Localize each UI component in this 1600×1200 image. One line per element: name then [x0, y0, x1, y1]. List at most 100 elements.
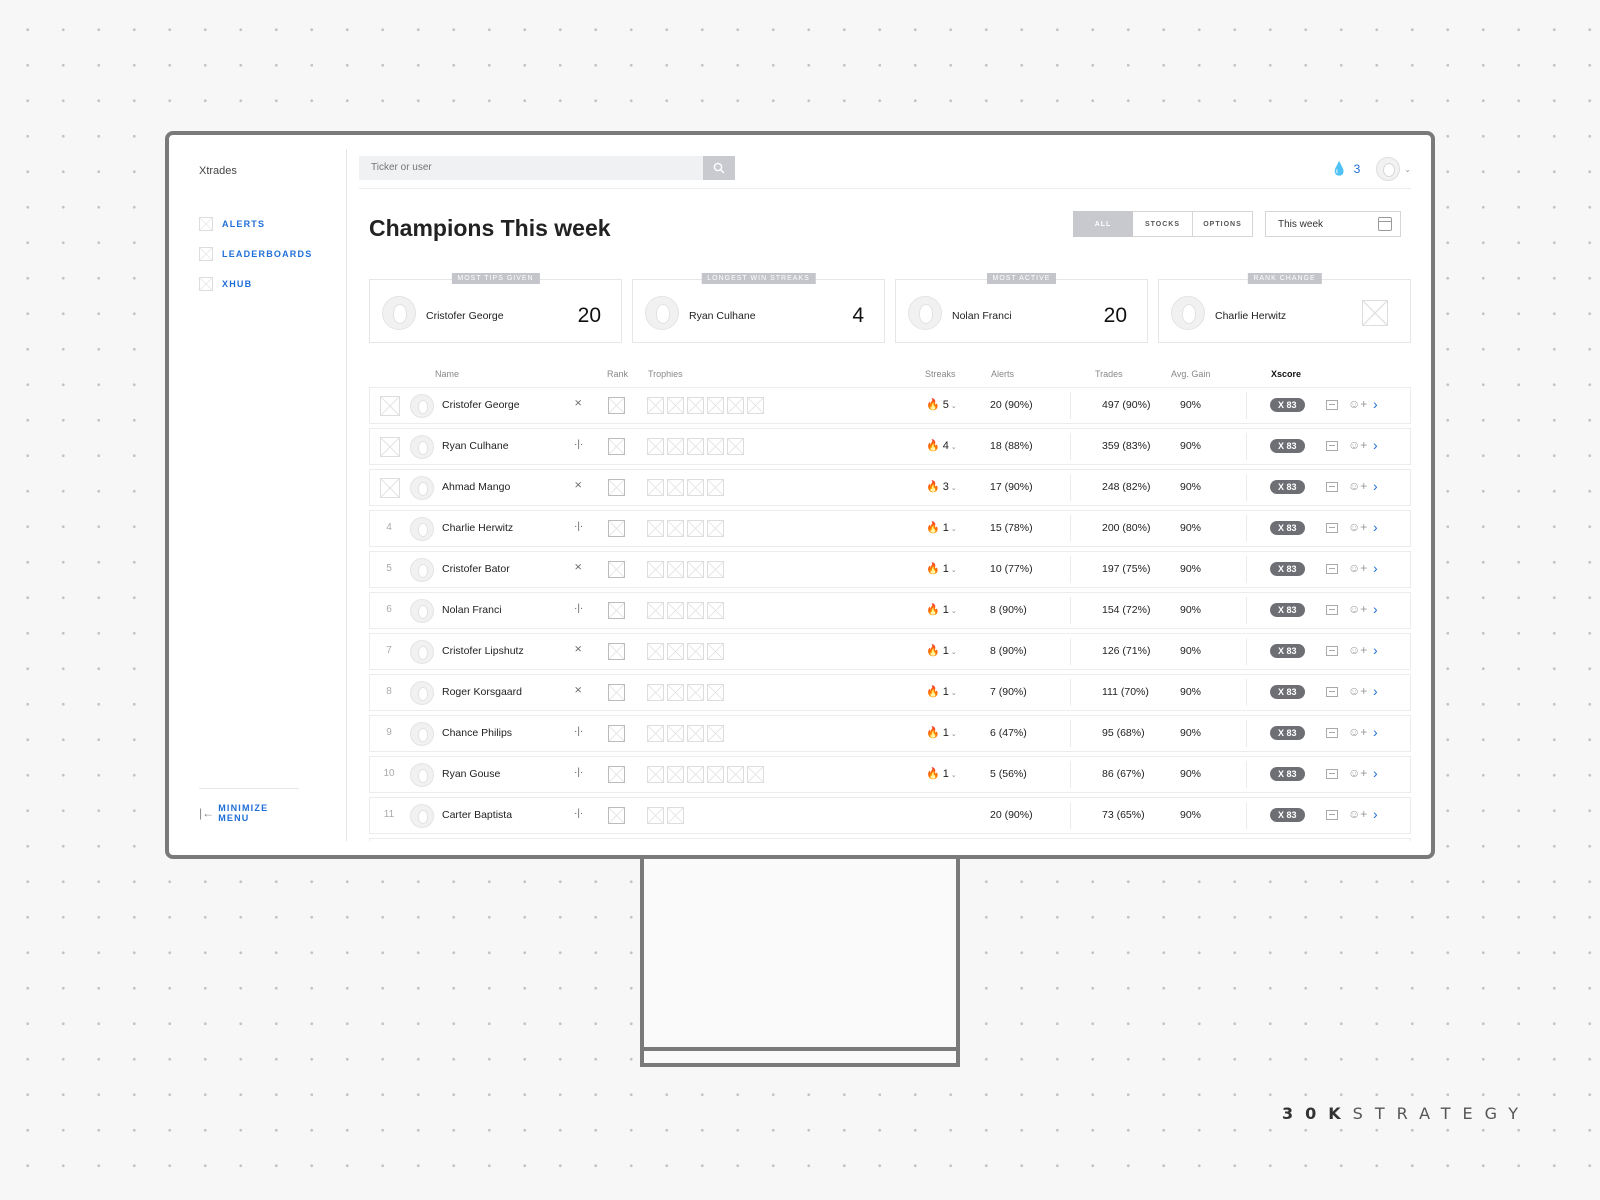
follow-user-icon[interactable]: ☺+ — [1348, 643, 1367, 657]
card-view-icon[interactable] — [1326, 482, 1338, 492]
row-avg-gain: 90% — [1180, 399, 1202, 411]
row-streak[interactable]: 🔥 4 ⌄ — [926, 439, 957, 452]
date-range-picker[interactable]: This week — [1265, 211, 1401, 237]
card-name: Nolan Franci — [952, 310, 1012, 322]
table-row[interactable]: 7 Cristofer Lipshutz ⨯ 🔥 1 ⌄ 8 (90%) 126 … — [369, 633, 1411, 670]
search-button[interactable] — [703, 155, 735, 180]
row-name[interactable]: Ryan Gouse — [442, 768, 500, 780]
chevron-right-icon[interactable]: › — [1373, 560, 1378, 576]
trophy-icon — [667, 561, 684, 578]
champion-card-rank-change[interactable]: RANK CHANGE Charlie Herwitz — [1158, 273, 1411, 343]
user-avatar[interactable] — [1376, 157, 1401, 181]
follow-user-icon[interactable]: ☺+ — [1348, 602, 1367, 616]
trophy-icon — [647, 602, 664, 619]
follow-user-icon[interactable]: ☺+ — [1348, 438, 1367, 452]
table-row[interactable]: 10 Ryan Gouse ·|· 🔥 1 ⌄ 5 (56%) 86 (67%) … — [369, 756, 1411, 793]
column-divider — [1070, 679, 1071, 706]
chevron-right-icon[interactable]: › — [1373, 806, 1378, 822]
col-streaks[interactable]: Streaks — [925, 369, 956, 379]
champion-card-win-streaks[interactable]: LONGEST WIN STREAKS Ryan Culhane 4 — [632, 273, 885, 343]
filter-stocks-button[interactable]: STOCKS — [1133, 211, 1193, 237]
app-logo[interactable]: Xtrades — [199, 165, 346, 177]
card-view-icon[interactable] — [1326, 728, 1338, 738]
col-name[interactable]: Name — [435, 369, 459, 379]
sidebar-item-xhub[interactable]: XHUB — [199, 269, 346, 299]
trophy-icon — [727, 438, 744, 455]
card-view-icon[interactable] — [1326, 400, 1338, 410]
follow-user-icon[interactable]: ☺+ — [1348, 725, 1367, 739]
follow-user-icon[interactable]: ☺+ — [1348, 520, 1367, 534]
col-xscore[interactable]: Xscore — [1271, 369, 1301, 379]
row-name[interactable]: Ryan Culhane — [442, 440, 509, 452]
row-streak[interactable]: 🔥 3 ⌄ — [926, 480, 957, 493]
table-row[interactable]: 5 Cristofer Bator ⨯ 🔥 1 ⌄ 10 (77%) 197 (7… — [369, 551, 1411, 588]
chevron-right-icon[interactable]: › — [1373, 642, 1378, 658]
card-view-icon[interactable] — [1326, 646, 1338, 656]
card-view-icon[interactable] — [1326, 810, 1338, 820]
col-trades[interactable]: Trades — [1095, 369, 1123, 379]
sidebar-item-leaderboards[interactable]: LEADERBOARDS — [199, 239, 346, 269]
row-streak[interactable]: 🔥 1 ⌄ — [926, 685, 957, 698]
row-streak[interactable]: 🔥 1 ⌄ — [926, 521, 957, 534]
card-view-icon[interactable] — [1326, 441, 1338, 451]
chevron-right-icon[interactable]: › — [1373, 683, 1378, 699]
table-row[interactable]: 6 Nolan Franci ·|· 🔥 1 ⌄ 8 (90%) 154 (72%… — [369, 592, 1411, 629]
row-streak[interactable]: 🔥 1 ⌄ — [926, 767, 957, 780]
row-name[interactable]: Nolan Franci — [442, 604, 502, 616]
follow-user-icon[interactable]: ☺+ — [1348, 397, 1367, 411]
filter-all-button[interactable]: ALL — [1073, 211, 1133, 237]
card-label: RANK CHANGE — [1247, 273, 1322, 284]
chevron-right-icon[interactable]: › — [1373, 478, 1378, 494]
row-streak[interactable]: 🔥 1 ⌄ — [926, 644, 957, 657]
row-streak[interactable]: 🔥 5 ⌄ — [926, 398, 957, 411]
row-name[interactable]: Cristofer Lipshutz — [442, 645, 524, 657]
card-view-icon[interactable] — [1326, 564, 1338, 574]
table-row[interactable]: Ryan Culhane ·|· 🔥 4 ⌄ 18 (88%) 359 (83%)… — [369, 428, 1411, 465]
row-name[interactable]: Cristofer George — [442, 399, 520, 411]
table-row[interactable]: 4 Charlie Herwitz ·|· 🔥 1 ⌄ 15 (78%) 200 … — [369, 510, 1411, 547]
minimize-menu-button[interactable]: |← MINIMIZE MENU — [199, 788, 299, 823]
follow-user-icon[interactable]: ☺+ — [1348, 561, 1367, 575]
sidebar-item-alerts[interactable]: ALERTS — [199, 209, 346, 239]
col-trophies[interactable]: Trophies — [648, 369, 683, 379]
champion-card-most-tips[interactable]: MOST TIPS GIVEN Cristofer George 20 — [369, 273, 622, 343]
col-avg-gain[interactable]: Avg. Gain — [1171, 369, 1210, 379]
follow-user-icon[interactable]: ☺+ — [1348, 684, 1367, 698]
table-row[interactable]: 8 Roger Korsgaard ⨯ 🔥 1 ⌄ 7 (90%) 111 (70… — [369, 674, 1411, 711]
champion-card-most-active[interactable]: MOST ACTIVE Nolan Franci 20 — [895, 273, 1148, 343]
follow-user-icon[interactable]: ☺+ — [1348, 807, 1367, 821]
follow-user-icon[interactable]: ☺+ — [1348, 766, 1367, 780]
row-streak[interactable]: 🔥 1 ⌄ — [926, 726, 957, 739]
avatar — [410, 681, 434, 705]
chevron-right-icon[interactable]: › — [1373, 765, 1378, 781]
col-rank[interactable]: Rank — [607, 369, 628, 379]
table-row[interactable]: 9 Chance Philips ·|· 🔥 1 ⌄ 6 (47%) 95 (68… — [369, 715, 1411, 752]
card-view-icon[interactable] — [1326, 523, 1338, 533]
card-view-icon[interactable] — [1326, 769, 1338, 779]
chevron-right-icon[interactable]: › — [1373, 724, 1378, 740]
card-view-icon[interactable] — [1326, 605, 1338, 615]
row-streak[interactable]: 🔥 1 ⌄ — [926, 603, 957, 616]
chevron-right-icon[interactable]: › — [1373, 437, 1378, 453]
row-name[interactable]: Charlie Herwitz — [442, 522, 513, 534]
card-view-icon[interactable] — [1326, 687, 1338, 697]
row-name[interactable]: Ahmad Mango — [442, 481, 510, 493]
chevron-right-icon[interactable]: › — [1373, 519, 1378, 535]
filter-options-button[interactable]: OPTIONS — [1193, 211, 1253, 237]
flame-icon[interactable]: 💧 — [1331, 161, 1347, 177]
row-streak[interactable]: 🔥 1 ⌄ — [926, 562, 957, 575]
flame-count[interactable]: 3 — [1354, 162, 1361, 176]
chevron-right-icon[interactable]: › — [1373, 396, 1378, 412]
table-row[interactable]: Cristofer George ⨯ 🔥 5 ⌄ 20 (90%) 497 (90… — [369, 387, 1411, 424]
follow-user-icon[interactable]: ☺+ — [1348, 479, 1367, 493]
col-alerts[interactable]: Alerts — [991, 369, 1014, 379]
chevron-right-icon[interactable]: › — [1373, 601, 1378, 617]
search-input[interactable] — [359, 155, 703, 180]
row-name[interactable]: Chance Philips — [442, 727, 512, 739]
row-name[interactable]: Carter Baptista — [442, 809, 512, 821]
table-row[interactable]: 11 Carter Baptista ·|· 20 (90%) 73 (65%)… — [369, 797, 1411, 834]
table-row[interactable]: Ahmad Mango ⨯ 🔥 3 ⌄ 17 (90%) 248 (82%) 90… — [369, 469, 1411, 506]
row-name[interactable]: Roger Korsgaard — [442, 686, 522, 698]
chevron-down-icon[interactable]: ⌄ — [1404, 165, 1411, 174]
row-name[interactable]: Cristofer Bator — [442, 563, 510, 575]
